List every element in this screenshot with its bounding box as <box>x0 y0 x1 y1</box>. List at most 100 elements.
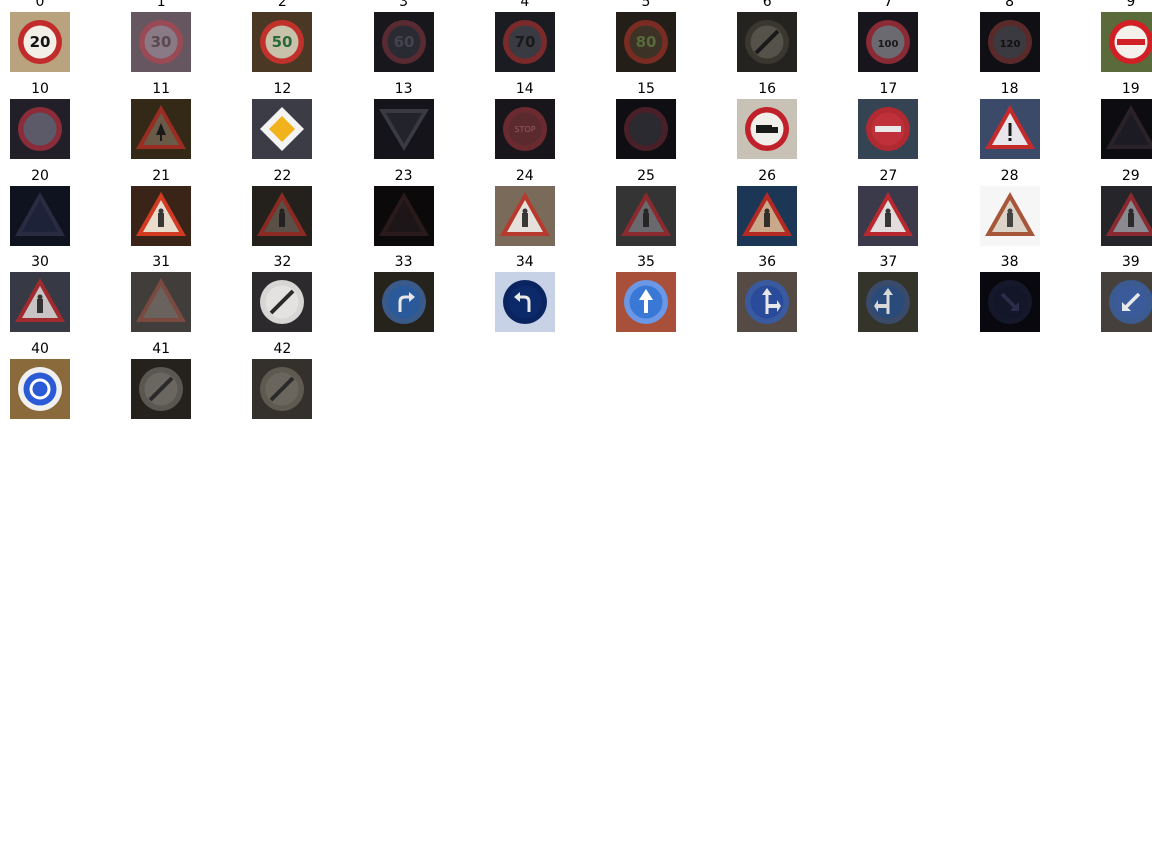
go-straight-or-left-sign <box>858 272 919 333</box>
svg-text:70: 70 <box>514 33 535 51</box>
thumbnail-title: 9 <box>1126 0 1136 10</box>
thumbnail-cell: 11 <box>121 81 201 167</box>
speed-limit-100-sign: 100 <box>858 12 919 72</box>
thumbnail-cell: 9 <box>1091 0 1152 80</box>
thumbnail-cell: 10 <box>0 81 80 167</box>
no-trucks-sign <box>737 98 798 159</box>
thumbnail-cell: 15 <box>606 81 686 167</box>
end-no-passing-trucks-sign <box>252 359 313 420</box>
svg-text:100: 100 <box>878 39 899 50</box>
general-caution-sign <box>979 98 1040 159</box>
bumpy-road-sign <box>252 185 313 246</box>
thumbnail-cell: 26 <box>727 168 807 254</box>
end-all-limits-sign <box>252 272 313 333</box>
speed-limit-60-sign: 60 <box>373 12 434 72</box>
speed-limit-120-sign: 120 <box>979 12 1040 72</box>
thumbnail-title: 7 <box>883 0 893 10</box>
thumbnail-title: 25 <box>637 167 655 184</box>
keep-right-sign <box>979 272 1040 333</box>
svg-text:STOP: STOP <box>514 125 535 134</box>
thumbnail-cell: 13 <box>364 81 444 167</box>
thumbnail-cell: 42 <box>242 341 322 427</box>
thumbnail-title: 30 <box>31 254 49 271</box>
thumbnail-cell: 29 <box>1091 168 1152 254</box>
thumbnail-title: 31 <box>152 254 171 271</box>
pedestrians-sign <box>858 185 919 246</box>
no-overtaking-trucks-sign <box>10 98 70 159</box>
thumbnail-cell: 33 <box>364 254 444 340</box>
thumbnail-cell: 4 70 <box>485 0 565 80</box>
thumbnail-cell: 40 <box>0 341 80 427</box>
speed-limit-70-sign: 70 <box>494 12 555 72</box>
thumbnail-cell: 28 <box>970 168 1050 254</box>
speed-limit-20-sign: 20 <box>10 12 70 72</box>
thumbnail-title: 26 <box>758 167 777 184</box>
yield-sign <box>373 98 434 159</box>
ahead-only-sign <box>616 272 676 333</box>
thumbnail-title: 18 <box>1000 80 1019 97</box>
thumbnail-title: 2 <box>277 0 287 10</box>
thumbnail-cell: 32 <box>242 254 322 340</box>
dangerous-curve-right-sign <box>10 185 70 246</box>
thumbnail-title: 32 <box>273 254 292 271</box>
road-narrows-sign <box>494 185 555 246</box>
thumbnail-title: 19 <box>1121 80 1140 97</box>
thumbnail-title: 41 <box>152 341 171 358</box>
thumbnail-cell: 30 <box>0 254 80 340</box>
dangerous-curve-left-sign <box>1100 98 1152 159</box>
thumbnail-title: 21 <box>152 167 171 184</box>
thumbnail-title: 22 <box>273 167 292 184</box>
thumbnail-cell: 22 <box>242 168 322 254</box>
thumbnail-cell: 37 <box>848 254 928 340</box>
thumbnail-title: 33 <box>394 254 413 271</box>
thumbnail-title: 35 <box>637 254 655 271</box>
end-of-no-passing-sign <box>131 359 192 420</box>
beware-of-ice-sign <box>10 272 70 333</box>
thumbnail-title: 28 <box>1000 167 1019 184</box>
thumbnail-title: 10 <box>31 80 49 97</box>
keep-left-sign <box>1100 272 1152 333</box>
svg-text:60: 60 <box>393 33 414 51</box>
thumbnail-title: 4 <box>520 0 530 10</box>
thumbnail-cell: 5 80 <box>606 0 686 80</box>
thumbnail-cell: 6 <box>727 0 807 80</box>
thumbnail-title: 15 <box>637 80 655 97</box>
thumbnail-cell: 23 <box>364 168 444 254</box>
stop-sign: STOP <box>494 98 555 159</box>
thumbnail-title: 6 <box>762 0 772 10</box>
no-entry-sign <box>858 98 919 159</box>
svg-text:80: 80 <box>636 33 657 51</box>
children-crossing-sign <box>979 185 1040 246</box>
thumbnail-title: 24 <box>515 167 534 184</box>
svg-text:30: 30 <box>151 33 172 51</box>
thumbnail-cell: 12 <box>242 81 322 167</box>
turn-left-ahead-sign <box>494 272 555 333</box>
thumbnail-title: 37 <box>879 254 898 271</box>
thumbnail-title: 16 <box>758 80 777 97</box>
thumbnail-title: 12 <box>273 80 292 97</box>
thumbnail-title: 36 <box>758 254 777 271</box>
thumbnail-title: 34 <box>515 254 534 271</box>
thumbnail-title: 29 <box>1121 167 1140 184</box>
thumbnail-cell: 21 <box>121 168 201 254</box>
thumbnail-title: 5 <box>641 0 651 10</box>
priority-road-sign <box>252 98 313 159</box>
thumbnail-cell: 0 20 <box>0 0 80 80</box>
speed-limit-50-sign: 50 <box>252 12 313 72</box>
thumbnail-title: 8 <box>1005 0 1015 10</box>
thumbnail-title: 39 <box>1121 254 1140 271</box>
thumbnail-cell: 27 <box>848 168 928 254</box>
thumbnail-title: 40 <box>31 341 49 358</box>
thumbnail-cell: 41 <box>121 341 201 427</box>
speed-limit-80-sign: 80 <box>616 12 676 72</box>
thumbnail-title: 17 <box>879 80 898 97</box>
thumbnail-cell: 1 30 <box>121 0 201 80</box>
svg-text:120: 120 <box>999 39 1020 50</box>
thumbnail-cell: 20 <box>0 168 80 254</box>
road-work-sign <box>616 185 676 246</box>
svg-text:50: 50 <box>272 33 293 51</box>
thumbnail-title: 0 <box>35 0 45 10</box>
double-curve-sign <box>131 185 192 246</box>
bicycles-crossing-sign <box>1100 185 1152 246</box>
thumbnail-cell: 16 <box>727 81 807 167</box>
